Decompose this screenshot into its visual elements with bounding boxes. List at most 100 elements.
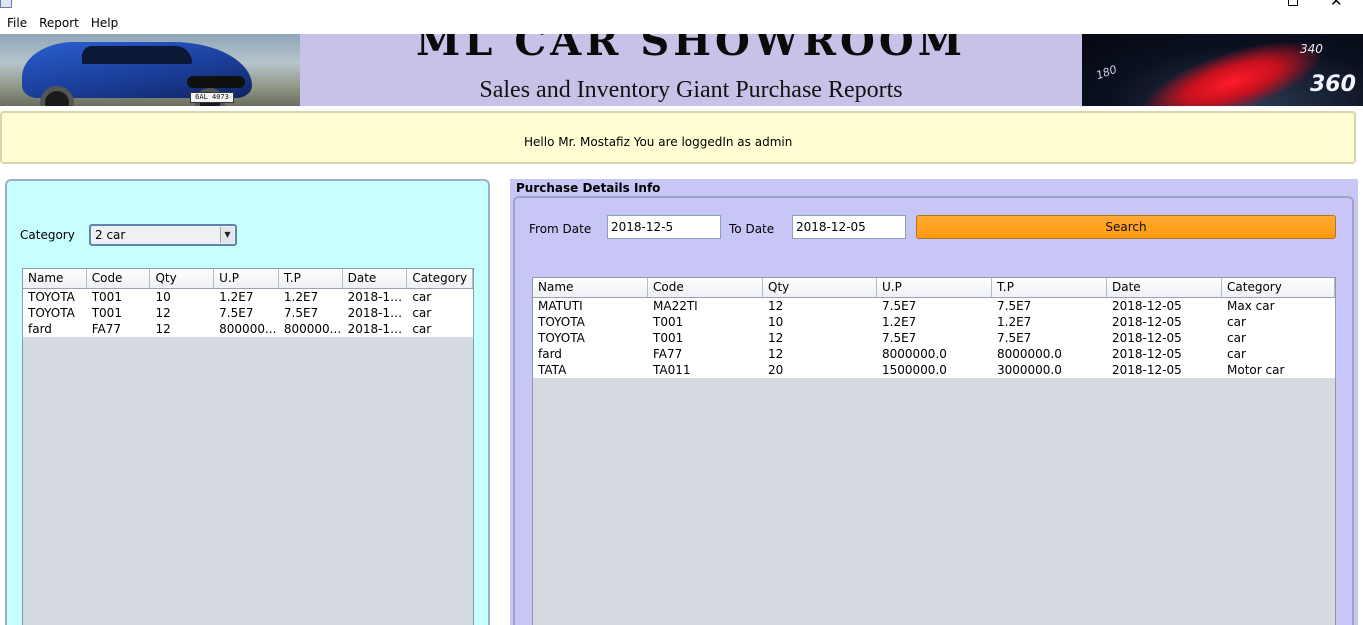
- column-header[interactable]: T.P: [992, 278, 1107, 297]
- table-cell: 800000...: [219, 322, 277, 336]
- menu-file[interactable]: File: [7, 16, 27, 30]
- table-cell: 7.5E7: [997, 299, 1032, 313]
- table-cell: Max car: [1227, 299, 1275, 313]
- table-cell: 10: [768, 315, 784, 329]
- purchase-details-title: Purchase Details Info: [516, 181, 661, 195]
- menu-report[interactable]: Report: [39, 16, 79, 30]
- column-header[interactable]: Date: [1107, 278, 1222, 297]
- table-cell: TOYOTA: [538, 331, 585, 345]
- column-header[interactable]: U.P: [214, 269, 279, 288]
- table-cell: TOYOTA: [28, 290, 75, 304]
- category-label: Category: [20, 228, 75, 242]
- report-subtitle: Sales and Inventory Giant Purchase Repor…: [479, 77, 903, 103]
- table-header: Name Code Qty U.P T.P Date Category: [23, 269, 473, 289]
- table-cell: car: [1227, 331, 1246, 345]
- table-cell: 7.5E7: [882, 299, 917, 313]
- table-row[interactable]: TOYOTA T001 12 7.5E7 7.5E7 2018-12-05 ca…: [533, 330, 1335, 346]
- showroom-title: ML CAR SHOWROOM: [415, 34, 967, 65]
- column-header[interactable]: T.P: [279, 269, 343, 288]
- table-row[interactable]: TOYOTA T001 10 1.2E7 1.2E7 2018-12... ca…: [23, 289, 473, 305]
- table-cell: 800000...: [283, 322, 342, 336]
- speedometer-number: 360: [1310, 72, 1356, 97]
- dropdown-arrow-icon[interactable]: ▼: [220, 227, 234, 243]
- to-date-label: To Date: [729, 222, 775, 236]
- menu-bar: File Report Help: [0, 12, 1363, 34]
- close-window-icon[interactable]: ✕: [1330, 0, 1343, 9]
- table-cell: 1.2E7: [219, 290, 254, 304]
- table-row[interactable]: MATUTI MA22TI 12 7.5E7 7.5E7 2018-12-05 …: [533, 298, 1335, 314]
- greeting-text: Hello Mr. Mostafiz You are loggedIn as a…: [524, 135, 793, 149]
- table-cell: car: [1227, 347, 1246, 361]
- table-cell: MA22TI: [653, 299, 698, 313]
- purchase-table[interactable]: Name Code Qty U.P T.P Date Category MATU…: [532, 277, 1336, 625]
- table-cell: Motor car: [1227, 363, 1285, 377]
- from-date-input[interactable]: [607, 215, 721, 239]
- table-cell: FA77: [653, 347, 683, 361]
- column-header[interactable]: Code: [87, 269, 151, 288]
- table-cell: 12: [155, 306, 171, 320]
- column-header[interactable]: Code: [648, 278, 763, 297]
- table-cell: 20: [768, 363, 784, 377]
- table-cell: TATA: [538, 363, 567, 377]
- to-date-input[interactable]: [792, 215, 906, 239]
- table-cell: fard: [28, 322, 52, 336]
- table-cell: 2018-12-05: [1112, 347, 1182, 361]
- table-cell: 12: [768, 299, 784, 313]
- table-cell: 1.2E7: [283, 290, 319, 304]
- table-cell: FA77: [91, 322, 121, 336]
- table-row[interactable]: fard FA77 12 8000000.0 8000000.0 2018-12…: [533, 346, 1335, 362]
- car-plate: 6AL 4073: [190, 92, 234, 103]
- table-row[interactable]: TATA TA011 20 1500000.0 3000000.0 2018-1…: [533, 362, 1335, 378]
- table-cell: MATUTI: [538, 299, 583, 313]
- table-row[interactable]: TOYOTA T001 10 1.2E7 1.2E7 2018-12-05 ca…: [533, 314, 1335, 330]
- search-button[interactable]: Search: [916, 215, 1336, 239]
- category-selected-value: 2 car: [95, 228, 126, 242]
- category-table[interactable]: Name Code Qty U.P T.P Date Category TOYO…: [22, 268, 474, 625]
- menu-help[interactable]: Help: [91, 16, 118, 30]
- from-date-label: From Date: [529, 222, 592, 236]
- table-cell: 2018-12...: [347, 306, 408, 320]
- table-row[interactable]: fard FA77 12 800000... 800000... 2018-12…: [23, 321, 473, 337]
- table-cell: fard: [538, 347, 562, 361]
- table-cell: T001: [91, 306, 122, 320]
- app-window-icon: [0, 0, 12, 8]
- table-header: Name Code Qty U.P T.P Date Category: [533, 278, 1335, 298]
- greeting-panel: Hello Mr. Mostafiz You are loggedIn as a…: [0, 111, 1356, 164]
- table-cell: TOYOTA: [538, 315, 585, 329]
- speedometer-number: 340: [1300, 42, 1323, 56]
- table-cell: 8000000.0: [997, 347, 1062, 361]
- table-cell: T001: [653, 315, 684, 329]
- table-cell: 7.5E7: [997, 331, 1032, 345]
- restore-window-icon[interactable]: [1286, 0, 1298, 7]
- table-cell: car: [412, 306, 432, 320]
- table-cell: 7.5E7: [219, 306, 254, 320]
- column-header[interactable]: Qty: [150, 269, 215, 288]
- car-photo: 6AL 4073: [0, 34, 300, 106]
- column-header[interactable]: Qty: [763, 278, 877, 297]
- column-header[interactable]: Category: [407, 269, 473, 288]
- category-select[interactable]: 2 car ▼: [89, 224, 237, 246]
- table-cell: 1500000.0: [882, 363, 947, 377]
- column-header[interactable]: Category: [1222, 278, 1335, 297]
- table-row[interactable]: TOYOTA T001 12 7.5E7 7.5E7 2018-12... ca…: [23, 305, 473, 321]
- table-cell: T001: [91, 290, 122, 304]
- column-header[interactable]: Name: [23, 269, 87, 288]
- purchase-details-content: From Date To Date Search Name Code Qty U…: [513, 196, 1354, 625]
- table-cell: 12: [768, 347, 784, 361]
- table-cell: 2018-12...: [347, 322, 408, 336]
- column-header[interactable]: Name: [533, 278, 648, 297]
- speedometer-photo: 340 360 180: [1082, 34, 1363, 106]
- column-header[interactable]: U.P: [877, 278, 992, 297]
- table-cell: 3000000.0: [997, 363, 1062, 377]
- table-cell: TA011: [653, 363, 691, 377]
- car-window-shape: [82, 46, 192, 64]
- table-cell: TOYOTA: [28, 306, 75, 320]
- table-cell: 2018-12-05: [1112, 315, 1182, 329]
- table-cell: 7.5E7: [882, 331, 917, 345]
- table-cell: 12: [155, 322, 171, 336]
- table-cell: 2018-12...: [347, 290, 408, 304]
- car-grille-shape: [187, 76, 245, 88]
- column-header[interactable]: Date: [343, 269, 408, 288]
- table-cell: car: [412, 290, 432, 304]
- category-panel: Category 2 car ▼ Name Code Qty U.P T.P D…: [5, 179, 490, 625]
